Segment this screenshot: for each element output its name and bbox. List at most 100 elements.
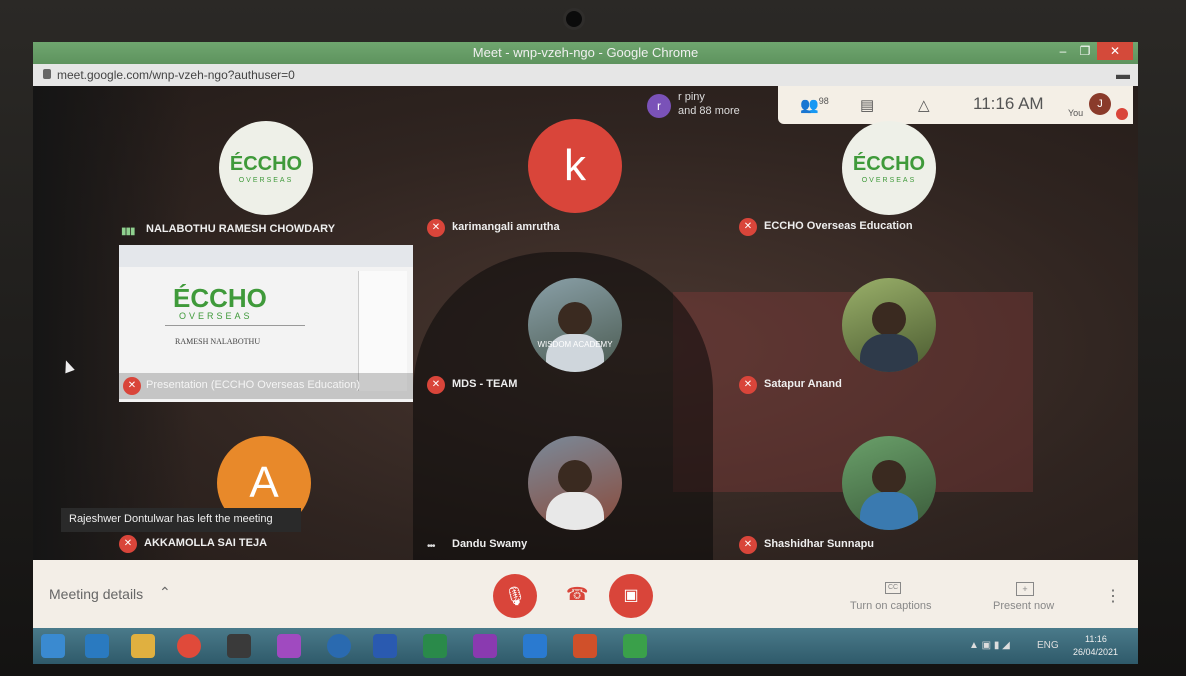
taskbar-clock-date[interactable]: 26/04/2021: [1073, 647, 1118, 657]
avatar: [528, 436, 622, 530]
profile-photo: [558, 460, 592, 494]
divider: [165, 325, 305, 326]
profile-photo: [860, 334, 918, 372]
participant-name: Dandu Swamy: [452, 538, 528, 550]
taskbar-clock-time[interactable]: 11:16: [1085, 634, 1107, 644]
activities-icon[interactable]: △: [918, 96, 930, 114]
meeting-details-button[interactable]: Meeting details: [49, 586, 143, 602]
more-count: and 88 more: [678, 105, 740, 117]
more-options-icon[interactable]: ⋮: [1105, 586, 1121, 606]
toast-text: Rajeshwer Dontulwar has left the meeting: [69, 513, 273, 525]
participants-count: 98: [818, 96, 829, 106]
speaking-icon: •••: [427, 541, 435, 552]
meet-bottom-bar: Meeting details ⌃ 🎙 ☎ ▣ CC Turn on capti…: [33, 560, 1138, 628]
participant-tile-label: ✕ MDS - TEAM: [427, 376, 687, 396]
minimize-button[interactable]: –: [1053, 42, 1073, 60]
avatar: ÉCCHO OVERSEAS: [219, 121, 313, 215]
hp-icon[interactable]: [327, 634, 351, 658]
present-icon[interactable]: +: [1016, 582, 1034, 596]
captions-button[interactable]: Turn on captions: [850, 600, 932, 612]
avatar: [842, 278, 936, 372]
windows-taskbar: ▲ ▣ ▮ ◢ ENG 11:16 26/04/2021: [33, 628, 1138, 664]
participants-button[interactable]: 👥98: [800, 96, 829, 114]
mic-off-icon: 🎙: [503, 586, 527, 606]
participant-tile-label: ✕ karimangali amrutha: [427, 219, 687, 239]
window-titlebar: Meet - wnp-vzeh-ngo - Google Chrome – ❐ …: [33, 42, 1138, 64]
participant-name: NALABOTHU RAMESH CHOWDARY: [146, 223, 336, 235]
more-participants[interactable]: r piny and 88 more: [678, 90, 740, 118]
presentation-toolbar: [119, 245, 413, 267]
windows-start-icon[interactable]: [41, 634, 65, 658]
powerpoint-icon[interactable]: [573, 634, 597, 658]
window-title: Meet - wnp-vzeh-ngo - Google Chrome: [472, 45, 699, 60]
captions-icon[interactable]: CC: [885, 582, 901, 594]
word-icon[interactable]: [373, 634, 397, 658]
participant-name: Shashidhar Sunnapu: [764, 538, 875, 550]
participant-tile-label: ✕ ECCHO Overseas Education: [739, 218, 999, 238]
you-label: You: [1068, 108, 1084, 118]
camera-toggle-button[interactable]: ▣: [609, 574, 653, 618]
logo: ÉCCHO: [173, 283, 267, 313]
mic-off-icon: ✕: [123, 377, 141, 395]
avatar: WISDOM ACADEMY: [528, 278, 622, 372]
logo: ÉCCHO: [852, 153, 926, 175]
phone-hangup-icon: ☎: [566, 584, 589, 604]
onenote-icon[interactable]: [473, 634, 497, 658]
presentation-tile[interactable]: ÉCCHO OVERSEAS RAMESH NALABOTHU ✕ Presen…: [119, 245, 413, 402]
excel-icon[interactable]: [423, 634, 447, 658]
people-icon: 👥: [800, 97, 819, 114]
participant-tile-label: ✕ Shashidhar Sunnapu: [739, 536, 999, 556]
language-indicator[interactable]: ENG: [1037, 640, 1059, 651]
participant-name: MDS - TEAM: [452, 378, 518, 390]
participant-name: Satapur Anand: [764, 378, 842, 390]
profile-photo: [860, 492, 918, 530]
mic-off-icon: ✕: [739, 536, 757, 554]
presentation-label-row: ✕ Presentation (ECCHO Overseas Education…: [119, 373, 413, 399]
logo: OVERSEAS: [861, 177, 917, 184]
photos-icon[interactable]: [277, 634, 301, 658]
mic-off-icon: ✕: [739, 376, 757, 394]
outlook-icon[interactable]: [523, 634, 547, 658]
mic-off-icon: ✕: [427, 376, 445, 394]
profile-photo: [546, 492, 604, 530]
avatar: r: [647, 94, 671, 118]
mic-off-icon: ✕: [739, 218, 757, 236]
url-text[interactable]: meet.google.com/wnp-vzeh-ngo?authuser=0: [57, 68, 295, 82]
presentation-label: Presentation (ECCHO Overseas Education): [146, 379, 360, 391]
profile-photo: [872, 302, 906, 336]
camera-app-icon[interactable]: [227, 634, 251, 658]
participant-name: karimangali amrutha: [452, 221, 560, 233]
avatar: k: [528, 119, 622, 213]
participant-tile-label: ••• Dandu Swamy: [427, 536, 687, 556]
chat-icon[interactable]: ▤: [860, 96, 874, 114]
chrome-icon[interactable]: [177, 634, 201, 658]
profile-photo: [558, 302, 592, 336]
maximize-button[interactable]: ❐: [1075, 42, 1095, 60]
photo-caption: WISDOM ACADEMY: [537, 340, 613, 349]
mic-toggle-button[interactable]: 🎙: [493, 574, 537, 618]
avatar[interactable]: J: [1089, 93, 1111, 115]
presenter-name: RAMESH NALABOTHU: [175, 337, 261, 346]
chevron-up-icon[interactable]: ⌃: [159, 584, 171, 601]
participant-name: r piny: [678, 91, 705, 103]
participant-tile-label: ▮▮▮ NALABOTHU RAMESH CHOWDARY: [121, 221, 381, 241]
address-bar[interactable]: meet.google.com/wnp-vzeh-ngo?authuser=0 …: [33, 64, 1138, 86]
speaking-icon: ▮▮▮: [121, 226, 135, 237]
mic-off-icon: ✕: [119, 535, 137, 553]
store-icon[interactable]: [623, 634, 647, 658]
alert-icon[interactable]: [1116, 108, 1128, 120]
logo: OVERSEAS: [179, 311, 253, 321]
participant-name: AKKAMOLLA SAI TEJA: [144, 537, 268, 549]
present-now-button[interactable]: Present now: [993, 600, 1054, 612]
hang-up-button[interactable]: ☎: [566, 584, 588, 605]
file-explorer-icon[interactable]: [131, 634, 155, 658]
system-tray-icons[interactable]: ▲ ▣ ▮ ◢: [969, 640, 1010, 651]
browser-menu-icon[interactable]: ▬: [1116, 66, 1130, 82]
notification-toast: Rajeshwer Dontulwar has left the meeting: [61, 508, 301, 532]
mic-off-icon: ✕: [427, 219, 445, 237]
internet-explorer-icon[interactable]: [85, 634, 109, 658]
close-button[interactable]: ✕: [1097, 42, 1133, 60]
participant-name: ECCHO Overseas Education: [764, 220, 913, 232]
logo: ÉCCHO: [229, 153, 303, 175]
camera-off-icon: ▣: [623, 587, 639, 604]
